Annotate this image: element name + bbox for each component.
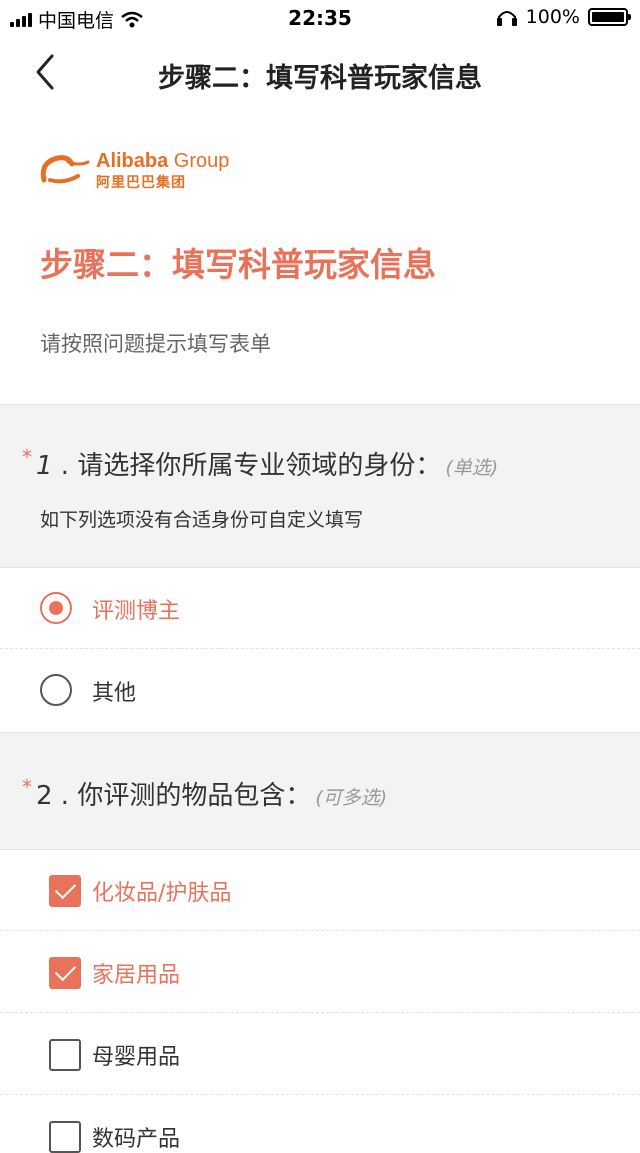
question-1-title: * 1 . 请选择你所属专业领域的身份： (单选) [22, 445, 498, 482]
option-label: 家居用品 [92, 963, 181, 988]
checkbox-checked-icon[interactable] [49, 875, 81, 907]
nav-bar: 步骤二：填写科普玩家信息 [0, 38, 640, 106]
checkbox-checked-icon[interactable] [49, 957, 81, 989]
status-bar: 中国电信 22:35 100% [0, 0, 640, 38]
option-数码产品[interactable]: 数码产品 [0, 1095, 640, 1153]
option-label: 化妆品/护肤品 [92, 881, 232, 906]
option-化妆品护肤品[interactable]: 化妆品/护肤品 [0, 849, 640, 931]
option-label: 数码产品 [92, 1127, 181, 1152]
question-text: . 你评测的物品包含： [52, 781, 312, 811]
radio-unchecked-icon[interactable] [40, 674, 72, 706]
status-right: 100% [496, 6, 631, 28]
logo-text-en: Alibaba Group [96, 150, 229, 173]
headphones-icon [496, 11, 517, 26]
question-hint: (单选) [445, 457, 499, 479]
option-其他[interactable]: 其他 [0, 649, 640, 731]
question-number: 2 [36, 781, 53, 811]
option-label: 母婴用品 [92, 1045, 181, 1070]
checkbox-unchecked-icon[interactable] [49, 1121, 81, 1153]
option-label: 评测博主 [92, 599, 181, 624]
alibaba-logo: Alibaba Group 阿里巴巴集团 [38, 148, 248, 192]
radio-checked-icon[interactable] [40, 592, 72, 624]
option-家居用品[interactable]: 家居用品 [0, 931, 640, 1013]
battery-percent: 100% [525, 6, 580, 28]
option-母婴用品[interactable]: 母婴用品 [0, 1013, 640, 1095]
nav-title: 步骤二：填写科普玩家信息 [158, 63, 482, 94]
question-hint: (可多选) [315, 787, 388, 809]
logo-text-group: Group [168, 150, 230, 172]
page-description: 请按照问题提示填写表单 [40, 332, 271, 356]
required-mark: * [22, 775, 32, 799]
question-1-header: * 1 . 请选择你所属专业领域的身份： (单选) 如下列选项没有合适身份可自定义填… [0, 404, 640, 568]
question-2-title: * 2 . 你评测的物品包含： (可多选) [22, 775, 387, 812]
required-mark: * [22, 445, 32, 469]
battery-icon [588, 8, 631, 26]
question-1-subtitle: 如下列选项没有合适身份可自定义填写 [40, 509, 364, 531]
logo-text-cn: 阿里巴巴集团 [96, 175, 186, 191]
question-text: . 请选择你所属专业领域的身份： [52, 451, 442, 481]
question-number: 1 [36, 451, 53, 481]
checkbox-unchecked-icon[interactable] [49, 1039, 81, 1071]
option-label: 其他 [92, 681, 137, 706]
page-heading: 步骤二：填写科普玩家信息 [40, 245, 436, 284]
question-2-header: * 2 . 你评测的物品包含： (可多选) [0, 732, 640, 850]
alibaba-smile-icon [40, 155, 90, 184]
logo-text-alibaba: Alibaba [96, 150, 169, 172]
option-评测博主[interactable]: 评测博主 [0, 567, 640, 649]
